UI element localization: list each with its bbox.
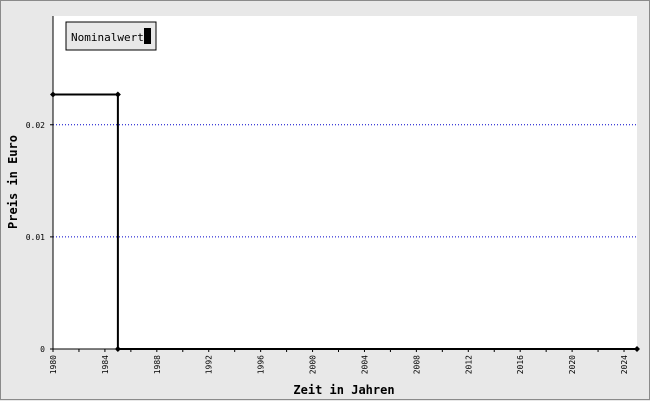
x-tick-label: 2024 xyxy=(620,355,629,374)
legend-label: Nominalwert xyxy=(71,31,144,44)
y-tick-label: 0 xyxy=(40,345,45,354)
x-tick-label: 2016 xyxy=(516,355,525,374)
legend-swatch xyxy=(144,28,151,44)
legend: Nominalwert xyxy=(65,21,157,51)
x-tick-label: 2012 xyxy=(464,355,473,374)
x-tick-label: 2000 xyxy=(309,355,318,374)
x-tick-label: 2008 xyxy=(412,355,421,374)
x-axis-title: Zeit in Jahren xyxy=(293,383,394,397)
x-tick-label: 2020 xyxy=(568,355,577,374)
x-tick-label: 1988 xyxy=(153,355,162,374)
line-chart: 0 0.01 0.02 1980 1984 1988 1992 1996 2000 2004 200… xyxy=(6,16,640,397)
plot-area xyxy=(53,16,637,349)
x-tick-label: 1984 xyxy=(101,355,110,374)
x-tick-label: 1992 xyxy=(205,355,214,374)
x-tick-label: 2004 xyxy=(360,355,369,374)
chart-frame: 0 0.01 0.02 1980 1984 1988 1992 1996 2000 2004 200… xyxy=(0,0,650,400)
y-tick-label: 0.01 xyxy=(26,233,45,242)
y-axis-title: Preis in Euro xyxy=(6,135,20,229)
x-tick-label: 1996 xyxy=(257,355,266,374)
y-tick-label: 0.02 xyxy=(26,121,45,130)
x-tick-label: 1980 xyxy=(49,355,58,374)
